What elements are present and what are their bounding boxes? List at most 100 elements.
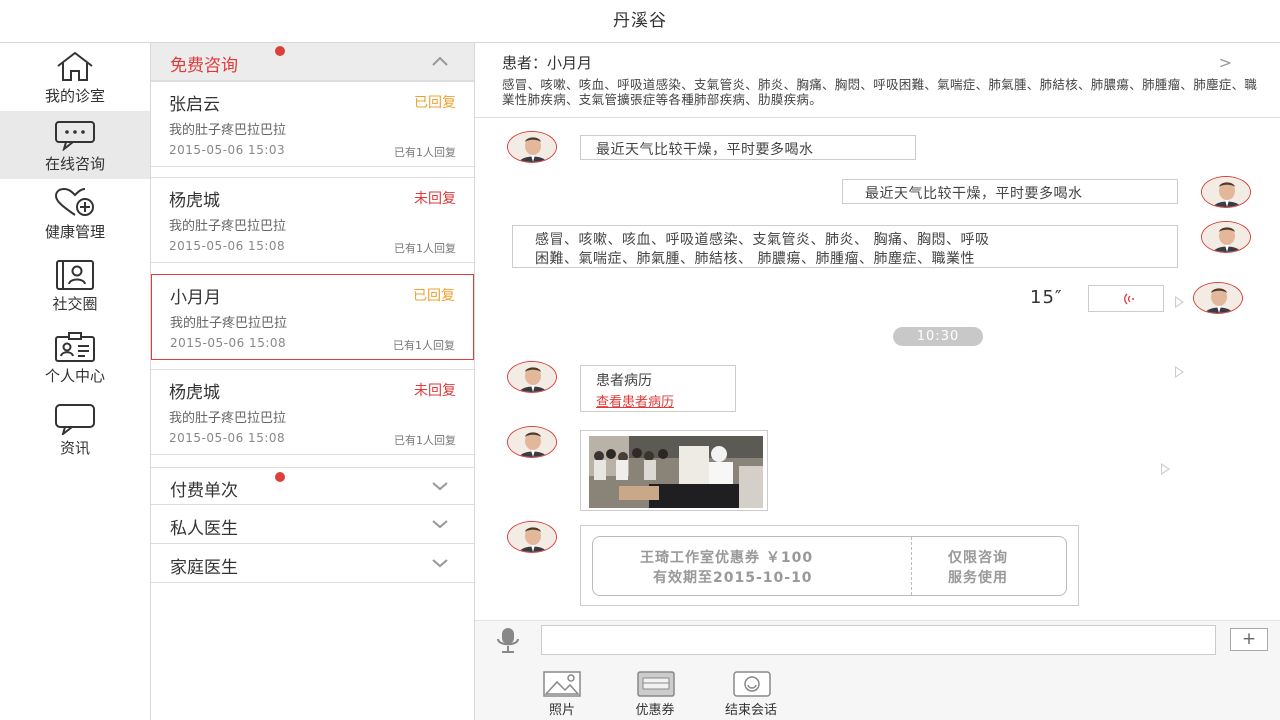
voice-duration: 15″ [1030,287,1063,308]
play-icon[interactable] [1161,463,1170,475]
section-title: 付费单次 [170,481,238,501]
play-icon[interactable] [1175,296,1184,308]
coupon-scope: 仅限咨询 [948,550,1008,566]
section-title: 家庭医生 [170,558,238,578]
sidebar-nav: 我的诊室 在线咨询 健康管理 社交圈 个人中心 资讯 [0,43,151,720]
section-paid-single-header[interactable]: 付费单次 [151,467,474,505]
chevron-up-icon [432,56,448,66]
coupon-scope-2: 服务使用 [948,570,1008,586]
status-badge: 未回复 [414,383,456,399]
avatar-portrait-icon [508,132,556,162]
nav-item-social-circle[interactable]: 社交圈 [0,251,150,319]
chevron-down-icon [432,520,448,529]
medical-record-card[interactable]: 患者病历 查看患者病历 [580,365,736,412]
status-badge: 已回复 [413,288,455,304]
coupon-divider [911,537,912,595]
end-session-tool-button[interactable]: 结束会话 [716,668,786,720]
card-time: 2015-05-06 15:08 [170,336,287,350]
nav-label: 资讯 [59,439,90,457]
doctor-avatar[interactable] [507,426,557,458]
message-input-bar: + [475,620,1280,658]
message-input[interactable] [541,625,1216,655]
nav-label: 个人中心 [44,367,105,385]
avatar-portrait-icon [508,427,556,457]
section-title: 私人医生 [170,519,238,539]
coupon-expiry: 有效期至2015-10-10 [653,570,813,586]
doctor-avatar[interactable] [507,521,557,553]
doctor-avatar[interactable] [507,361,557,393]
nav-item-online-consult[interactable]: 在线咨询 [0,111,150,179]
patient-name: 张启云 [169,95,220,115]
clinic-photo[interactable] [589,436,763,508]
window-title: 丹溪谷 [613,11,667,31]
self-avatar[interactable] [1193,282,1243,314]
consult-card[interactable]: 张启云 已回复 我的肚子疼巴拉巴拉 2015-05-06 15:03 已有1人回… [151,81,474,167]
message-text: 最近天气比较干燥，平时要多喝水 [865,186,1083,202]
speech-bubble-icon [55,404,95,435]
card-message: 我的肚子疼巴拉巴拉 [169,411,287,426]
tool-label: 照片 [548,703,575,718]
status-badge: 已回复 [414,95,456,111]
reply-count: 已有1人回复 [394,242,456,255]
photo-thumbnail-icon [589,436,763,508]
nav-item-news[interactable]: 资讯 [0,395,150,463]
avatar-portrait-icon [508,362,556,392]
chat-dots-icon [55,121,95,151]
chat-tools-bar: 照片 优惠券 结束会话 [475,658,1280,720]
reply-count: 已有1人回复 [394,146,456,159]
patient-name: 小月月 [170,288,221,308]
consult-card[interactable]: 杨虎城 未回复 我的肚子疼巴拉巴拉 2015-05-06 15:08 已有1人回… [151,369,474,455]
photo-tool-button[interactable]: 照片 [527,668,597,720]
coupon-tool-button[interactable]: 优惠券 [620,668,690,720]
card-time: 2015-05-06 15:03 [169,143,286,157]
add-attachment-button[interactable]: + [1230,628,1268,651]
tool-label: 优惠券 [635,703,675,718]
avatar-portrait-icon [1202,177,1250,207]
play-icon[interactable] [1175,366,1184,378]
consult-card-selected[interactable]: 小月月 已回复 我的肚子疼巴拉巴拉 2015-05-06 15:08 已有1人回… [151,274,474,360]
patient-header[interactable]: 患者：小月月 > 感冒、咳嗽、咳血、呼吸道感染、支氣管炎、肺炎、胸痛、胸悶、呼吸… [475,43,1280,118]
voice-message-bubble[interactable] [1088,285,1164,312]
window-title-bar: 丹溪谷 [0,0,1280,43]
section-private-doctor-header[interactable]: 私人医生 [151,506,474,544]
section-title: 免费咨询 [170,56,238,76]
coupon-ticket[interactable]: 王琦工作室优惠券 ￥100 有效期至2015-10-10 仅限咨询 服务使用 [592,536,1067,596]
microphone-icon[interactable] [494,626,522,654]
status-badge: 未回复 [414,191,456,207]
heart-plus-icon [54,187,94,216]
nav-item-health-management[interactable]: 健康管理 [0,179,150,247]
avatar-portrait-icon [508,522,556,552]
nav-item-personal-center[interactable]: 个人中心 [0,323,150,391]
end-session-icon [733,671,771,697]
avatar-portrait-icon [1194,283,1242,313]
sound-wave-icon [1124,293,1134,305]
nav-item-my-clinic[interactable]: 我的诊室 [0,43,150,111]
consult-card[interactable]: 杨虎城 未回复 我的肚子疼巴拉巴拉 2015-05-06 15:08 已有1人回… [151,177,474,263]
patient-label: 患者：小月月 [502,54,593,72]
view-record-link[interactable]: 查看患者病历 [596,391,674,410]
message-bubble: 感冒、咳嗽、咳血、呼吸道感染、支氣管炎、肺炎、 胸痛、胸悶、呼吸 困難、氣喘症、… [512,225,1178,268]
patient-disease-tags: 感冒、咳嗽、咳血、呼吸道感染、支氣管炎、肺炎、胸痛、胸悶、呼吸困難、氣喘症、肺氣… [502,77,1258,107]
section-family-doctor-header[interactable]: 家庭医生 [151,545,474,583]
section-free-consult-header[interactable]: 免费咨询 [151,43,474,81]
coupon-message[interactable]: 王琦工作室优惠券 ￥100 有效期至2015-10-10 仅限咨询 服务使用 [580,525,1079,606]
reply-count: 已有1人回复 [393,339,455,352]
notification-dot [275,472,285,482]
card-time: 2015-05-06 15:08 [169,431,286,445]
message-bubble: 最近天气比较干燥，平时要多喝水 [842,179,1178,204]
nav-label: 在线咨询 [44,155,105,173]
chat-panel: 患者：小月月 > 感冒、咳嗽、咳血、呼吸道感染、支氣管炎、肺炎、胸痛、胸悶、呼吸… [475,43,1280,720]
photo-icon [543,671,581,697]
patient-name: 杨虎城 [169,383,220,403]
card-message: 我的肚子疼巴拉巴拉 [170,316,288,331]
chevron-right-icon[interactable]: > [1219,53,1232,72]
message-bubble: 最近天气比较干燥，平时要多喝水 [580,135,916,160]
self-avatar[interactable] [1201,176,1251,208]
doctor-avatar[interactable] [507,131,557,163]
nav-label: 健康管理 [44,223,105,241]
photo-message[interactable] [580,430,768,511]
patient-name: 杨虎城 [169,191,220,211]
notification-dot [275,46,285,56]
self-avatar[interactable] [1201,221,1251,253]
nav-label: 社交圈 [52,295,98,313]
